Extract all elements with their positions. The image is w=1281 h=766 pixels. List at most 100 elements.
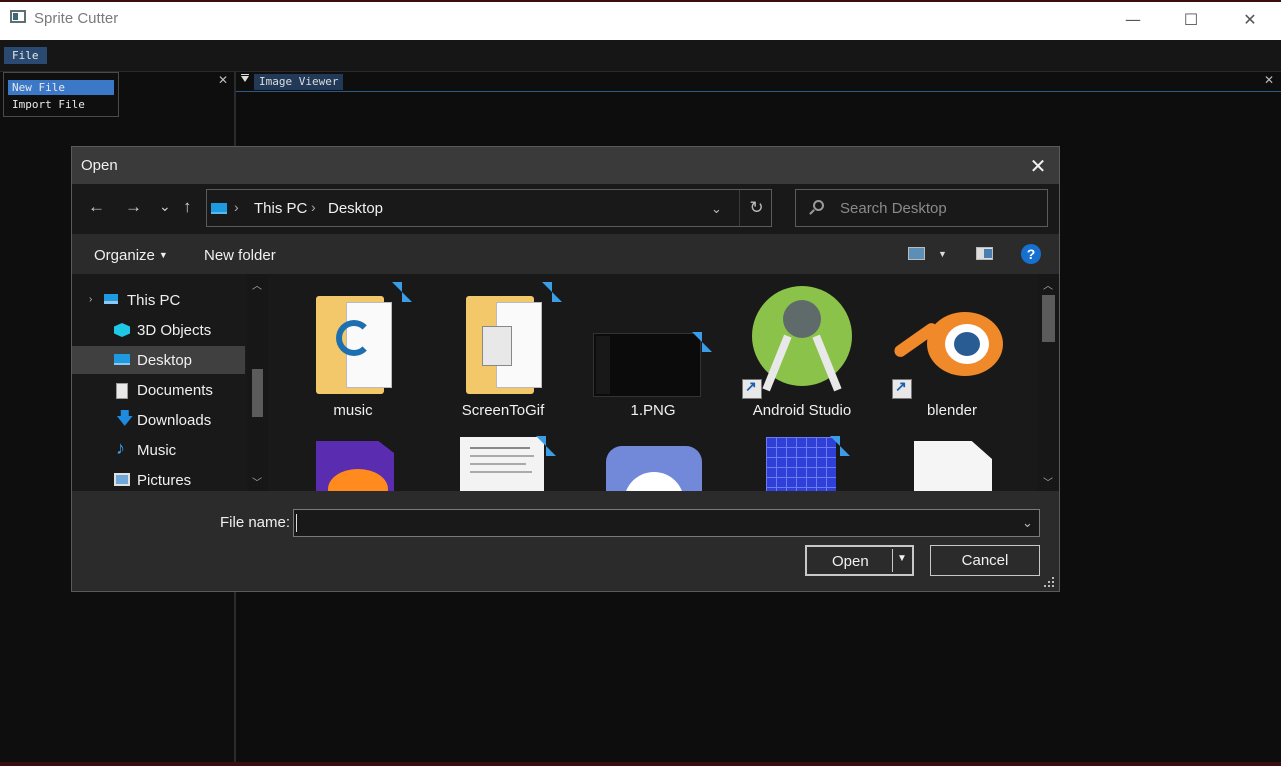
discord-icon[interactable] <box>606 446 702 491</box>
chevron-right-icon[interactable]: › <box>89 294 92 305</box>
file-item-blender[interactable]: blender <box>887 278 1017 428</box>
shared-sync-badge-icon <box>692 332 712 352</box>
tab-image-viewer[interactable]: Image Viewer <box>254 74 344 90</box>
navigation-pane: › This PC 3D Objects Desktop Documents 🡇… <box>72 274 247 491</box>
new-folder-button[interactable]: New folder <box>204 247 276 264</box>
help-icon[interactable]: ? <box>1021 244 1041 264</box>
file-label: blender <box>926 402 978 419</box>
shortcut-arrow-icon <box>892 378 912 399</box>
search-input[interactable] <box>840 198 1040 218</box>
file-item-music[interactable]: music <box>288 278 418 428</box>
desktop-icon <box>114 354 130 365</box>
scroll-down-icon[interactable]: ﹀ <box>1043 474 1053 489</box>
change-view-icon[interactable] <box>908 247 925 260</box>
menu-item-new-file[interactable]: New File <box>8 80 114 95</box>
chevron-right-icon[interactable]: › <box>311 199 316 215</box>
window-bottom-border <box>0 762 1281 766</box>
app-title: Sprite Cutter <box>34 10 119 27</box>
left-panel-close-icon[interactable]: ✕ <box>218 73 228 87</box>
dialog-titlebar <box>72 147 1059 184</box>
open-file-dialog: Open ✕ ← → ⌄ ↑ › This PC › Desktop ⌄ ↻ O… <box>71 146 1060 592</box>
music-note-icon: ♪ <box>116 438 125 458</box>
nav-item-label: 3D Objects <box>137 322 212 339</box>
chevron-right-icon[interactable]: › <box>234 199 239 215</box>
caret-down-icon: ▼ <box>158 250 168 260</box>
discord-face <box>624 472 684 491</box>
organize-label: Organize <box>94 247 155 264</box>
shared-sync-badge-icon <box>542 282 562 302</box>
file-menu-button[interactable]: File <box>4 47 47 64</box>
close-window-button[interactable]: ✕ <box>1227 0 1273 38</box>
file-item-android-studio[interactable]: Android Studio <box>737 278 867 428</box>
tab-menu-arrow-icon[interactable] <box>241 74 249 82</box>
up-button[interactable]: ↑ <box>183 197 192 217</box>
file-list: music ScreenToGif 1.PNG Android Studio <box>268 274 1059 491</box>
text-line <box>470 447 530 449</box>
nav-item-documents[interactable]: Documents <box>72 376 245 404</box>
menu-item-import-file[interactable]: Import File <box>8 97 114 112</box>
caret-down-icon[interactable]: ▼ <box>938 249 947 259</box>
nav-item-label: This PC <box>127 292 181 309</box>
file-name-dropdown-icon[interactable]: ⌄ <box>1022 515 1033 531</box>
nav-item-pictures[interactable]: Pictures <box>72 466 245 494</box>
organize-button[interactable]: Organize ▼ <box>94 247 168 264</box>
text-line <box>470 463 526 465</box>
nav-item-label: Pictures <box>137 472 192 489</box>
preview-pane-icon[interactable] <box>976 247 993 260</box>
app-titlebar <box>0 0 1281 40</box>
documents-icon <box>116 383 128 399</box>
text-line <box>470 455 534 457</box>
scroll-down-icon[interactable]: ﹀ <box>252 474 262 489</box>
thumbnail-sidebar <box>596 336 610 394</box>
image-viewer-close-icon[interactable]: ✕ <box>1264 73 1274 87</box>
file-list-scroll-thumb[interactable] <box>1042 295 1055 342</box>
open-options-dropdown-icon[interactable]: ▼ <box>897 553 907 564</box>
image-viewer-tabbar <box>236 72 1281 92</box>
app-icon <box>10 10 26 23</box>
cube-icon <box>114 323 130 337</box>
forward-button[interactable]: → <box>125 197 142 217</box>
minimize-button[interactable]: — <box>1110 0 1156 38</box>
file-menu-dropdown: New File Import File <box>3 72 119 117</box>
nav-item-3d-objects[interactable]: 3D Objects <box>72 316 245 344</box>
grid-image-icon[interactable] <box>766 437 836 491</box>
nav-item-this-pc[interactable]: › This PC <box>72 286 245 314</box>
resize-grip-icon[interactable] <box>1044 577 1056 589</box>
refresh-button[interactable]: ↻ <box>739 190 773 226</box>
dialog-close-button[interactable]: ✕ <box>1024 153 1052 179</box>
nav-item-music[interactable]: ♪ Music <box>72 436 245 464</box>
nav-item-label: Downloads <box>137 412 212 429</box>
open-split-divider <box>892 549 893 572</box>
text-caret <box>296 514 297 532</box>
nav-item-desktop[interactable]: Desktop <box>72 346 245 374</box>
maximize-button[interactable]: ☐ <box>1168 0 1214 38</box>
file-label: 1.PNG <box>630 402 676 419</box>
menubar <box>0 40 1281 72</box>
blank-file-icon[interactable] <box>914 441 992 491</box>
file-name-input[interactable] <box>293 509 1040 537</box>
shortcut-arrow-icon <box>742 378 762 399</box>
recent-locations-button[interactable]: ⌄ <box>159 198 171 215</box>
scroll-up-icon[interactable]: ︿ <box>1043 277 1053 292</box>
firefox-dev-icon[interactable] <box>316 441 394 491</box>
search-box[interactable] <box>795 189 1048 227</box>
address-dropdown-icon[interactable]: ⌄ <box>711 201 722 217</box>
nav-pane-scroll-thumb[interactable] <box>252 369 263 417</box>
blender-eye <box>954 332 980 356</box>
nav-item-label: Music <box>137 442 177 459</box>
file-item-screentogif[interactable]: ScreenToGif <box>438 278 568 428</box>
address-bar[interactable]: › This PC › Desktop ⌄ ↻ <box>206 189 772 227</box>
file-label: music <box>333 402 373 419</box>
file-name-label: File name: <box>220 514 291 531</box>
nav-item-label: Documents <box>137 382 213 399</box>
nav-item-downloads[interactable]: 🡇 Downloads <box>72 406 245 434</box>
scroll-up-icon[interactable]: ︿ <box>252 277 262 292</box>
breadcrumb-desktop[interactable]: Desktop <box>328 200 383 217</box>
cancel-button[interactable]: Cancel <box>930 545 1040 576</box>
file-item-1-png[interactable]: 1.PNG <box>588 278 718 428</box>
document-thumbnail-icon[interactable] <box>460 437 544 491</box>
back-button[interactable]: ← <box>88 197 105 217</box>
firefox-flame-icon <box>328 469 388 491</box>
text-line <box>470 471 532 473</box>
breadcrumb-this-pc[interactable]: This PC <box>254 200 307 217</box>
